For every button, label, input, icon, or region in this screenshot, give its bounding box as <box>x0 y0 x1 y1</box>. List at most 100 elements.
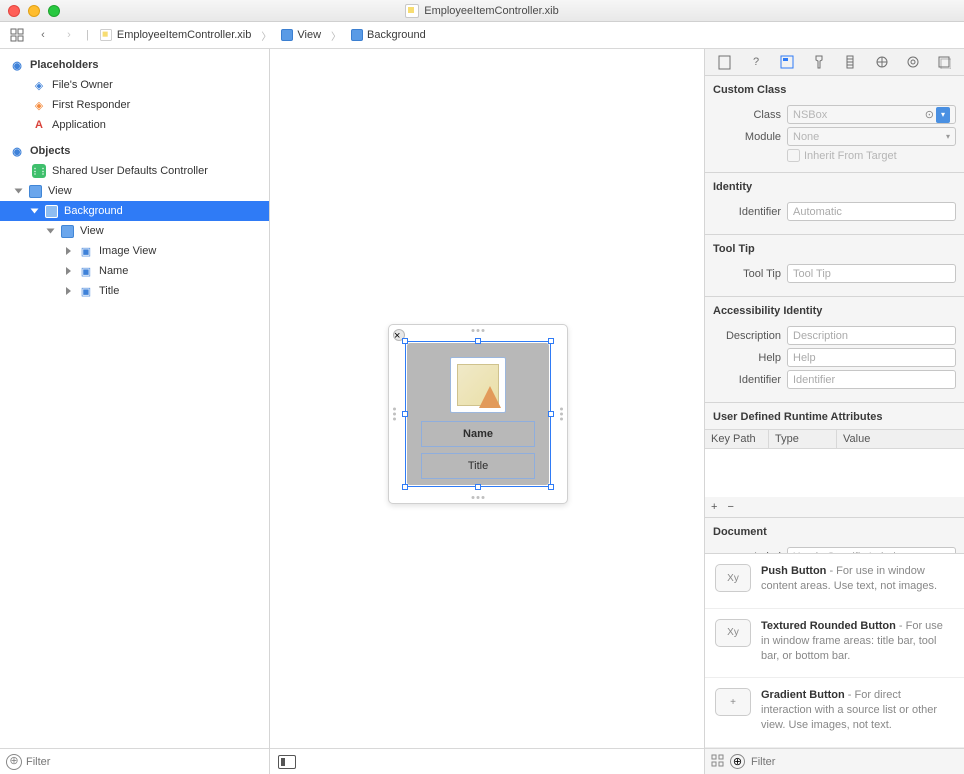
application-label: Application <box>52 119 106 131</box>
jump-file[interactable]: EmployeeItemController.xib <box>95 26 256 44</box>
application-item[interactable]: A Application <box>0 115 269 135</box>
library-item[interactable]: +Gradient Button - For direct interactio… <box>705 678 964 748</box>
name-label: Name <box>99 265 128 277</box>
resize-handle[interactable] <box>402 411 408 417</box>
identity-header: Identity <box>713 179 956 199</box>
canvas-area[interactable]: × Name Title <box>270 49 704 748</box>
help-input[interactable]: Help <box>787 348 956 367</box>
resize-handle[interactable] <box>548 411 554 417</box>
outline-filter-input[interactable] <box>26 756 263 768</box>
image-view-item[interactable]: ▣ Image View <box>0 241 269 261</box>
chevron-right-icon: 〉 <box>329 28 343 43</box>
jump-background[interactable]: Background <box>347 27 430 43</box>
udra-table[interactable]: Key Path Type Value <box>705 429 964 497</box>
jump-view[interactable]: View <box>277 27 325 43</box>
disclosure-triangle-icon[interactable] <box>47 229 55 234</box>
inner-view-item[interactable]: View <box>0 221 269 241</box>
ib-view-container[interactable]: × Name Title <box>388 324 568 504</box>
tooltip-input[interactable]: Tool Tip <box>787 264 956 283</box>
forward-button[interactable]: › <box>58 25 80 45</box>
col-keypath[interactable]: Key Path <box>705 430 769 448</box>
module-combobox[interactable]: None ▾ <box>787 127 956 146</box>
placeholders-label: Placeholders <box>30 59 98 71</box>
canvas: × Name Title <box>270 49 704 774</box>
shared-defaults-item[interactable]: ⋮⋮ Shared User Defaults Controller <box>0 161 269 181</box>
title-item[interactable]: ▣ Title <box>0 281 269 301</box>
resize-handle[interactable] <box>548 484 554 490</box>
grip-icon <box>472 496 485 499</box>
attributes-inspector-tab[interactable] <box>808 52 830 72</box>
background-item[interactable]: Background <box>0 201 269 221</box>
title-label: Title <box>99 285 119 297</box>
disclosure-triangle-icon[interactable] <box>31 209 39 214</box>
col-value[interactable]: Value <box>837 430 964 448</box>
resize-handle[interactable] <box>475 338 481 344</box>
name-item[interactable]: ▣ Name <box>0 261 269 281</box>
inherit-checkbox-input[interactable] <box>787 149 800 162</box>
disclosure-triangle-icon[interactable] <box>66 267 71 275</box>
resize-handle[interactable] <box>548 338 554 344</box>
file-inspector-tab[interactable] <box>714 52 736 72</box>
files-owner-label: File's Owner <box>52 79 113 91</box>
first-responder-item[interactable]: ◈ First Responder <box>0 95 269 115</box>
image-view-label: Image View <box>99 245 156 257</box>
document-header: Document <box>713 524 956 544</box>
connections-inspector-tab[interactable] <box>871 52 893 72</box>
inherit-target-checkbox[interactable]: Inherit From Target <box>713 149 956 162</box>
filter-icon[interactable]: ⊕ <box>6 754 22 770</box>
related-items-button[interactable] <box>6 25 28 45</box>
clear-icon[interactable]: ⊙ <box>925 108 934 121</box>
bindings-inspector-tab[interactable] <box>902 52 924 72</box>
help-label: Help <box>713 352 781 364</box>
col-type[interactable]: Type <box>769 430 837 448</box>
disclosure-triangle-icon[interactable] <box>66 247 71 255</box>
textfield-icon: ▣ <box>79 284 93 298</box>
help-inspector-tab[interactable]: ? <box>745 52 767 72</box>
disclosure-triangle-icon[interactable] <box>66 287 71 295</box>
custom-class-header: Custom Class <box>713 82 956 102</box>
chevron-right-icon: 〉 <box>259 28 273 43</box>
remove-attribute-button[interactable]: − <box>727 501 733 513</box>
description-input[interactable]: Description <box>787 326 956 345</box>
filter-icon[interactable]: ⊕ <box>730 754 745 769</box>
library-item[interactable]: XyTextured Rounded Button - For use in w… <box>705 609 964 679</box>
access-identifier-label: Identifier <box>713 374 781 386</box>
class-label: Class <box>713 109 781 121</box>
tooltip-header: Tool Tip <box>713 241 956 261</box>
add-attribute-button[interactable]: + <box>711 501 717 513</box>
jump-bg-label: Background <box>367 29 426 41</box>
udra-table-body[interactable] <box>705 449 964 497</box>
identity-section: Identity Identifier Automatic <box>705 173 964 235</box>
window-title: EmployeeItemController.xib <box>424 5 559 17</box>
shared-defaults-label: Shared User Defaults Controller <box>52 165 208 177</box>
size-inspector-tab[interactable] <box>839 52 861 72</box>
toggle-outline-button[interactable] <box>278 755 296 769</box>
library-item[interactable]: XyPush Button - For use in window conten… <box>705 554 964 609</box>
view-icon <box>281 29 293 41</box>
grid-view-icon[interactable] <box>711 754 724 770</box>
chevron-down-icon[interactable]: ▾ <box>936 107 950 123</box>
chevron-down-icon[interactable]: ▾ <box>946 132 950 141</box>
identity-inspector-tab[interactable] <box>776 52 798 72</box>
selection-box[interactable] <box>405 341 551 487</box>
class-combobox[interactable]: NSBox ⊙▾ <box>787 105 956 124</box>
library-filter-input[interactable] <box>751 756 958 768</box>
view-item[interactable]: View <box>0 181 269 201</box>
disclosure-triangle-icon[interactable] <box>15 189 23 194</box>
back-button[interactable]: ‹ <box>32 25 54 45</box>
cube-orange-icon: ◈ <box>32 98 46 112</box>
accessibility-header: Accessibility Identity <box>713 303 956 323</box>
udra-header: User Defined Runtime Attributes <box>705 409 964 429</box>
identifier-input[interactable]: Automatic <box>787 202 956 221</box>
library-item-title: Gradient Button <box>761 689 845 701</box>
background-label: Background <box>64 205 123 217</box>
access-identifier-placeholder: Identifier <box>793 374 835 386</box>
class-value: NSBox <box>793 109 827 121</box>
resize-handle[interactable] <box>402 338 408 344</box>
resize-handle[interactable] <box>402 484 408 490</box>
files-owner-item[interactable]: ◈ File's Owner <box>0 75 269 95</box>
effects-inspector-tab[interactable] <box>933 52 955 72</box>
resize-handle[interactable] <box>475 484 481 490</box>
library-item-icon: Xy <box>715 619 751 647</box>
access-identifier-input[interactable]: Identifier <box>787 370 956 389</box>
